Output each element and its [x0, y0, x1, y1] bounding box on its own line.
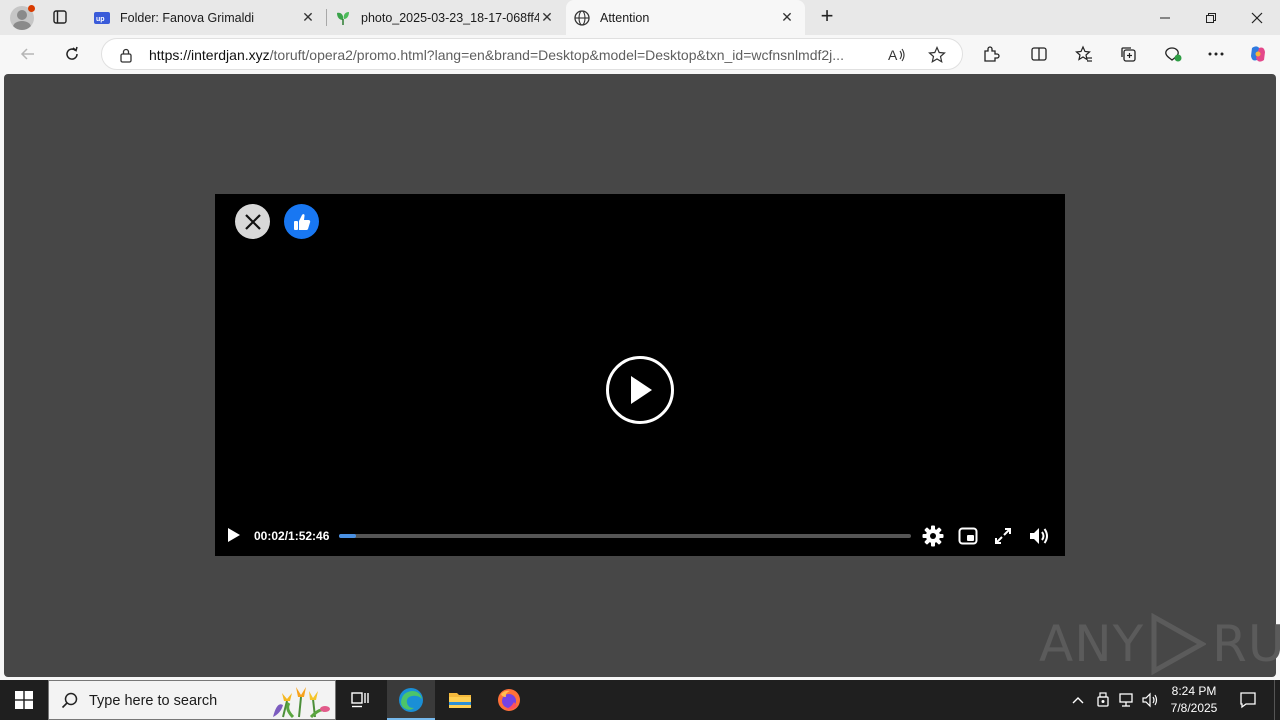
play-icon — [631, 376, 652, 404]
start-button[interactable] — [0, 680, 48, 720]
clock-time: 8:24 PM — [1171, 684, 1217, 698]
copilot-icon[interactable] — [1247, 43, 1269, 65]
clock-date: 7/8/2025 — [1170, 701, 1218, 715]
search-icon — [61, 692, 78, 709]
tab-title: photo_2025-03-23_18-17-068ff4c — [361, 10, 539, 25]
restore-icon — [1206, 12, 1216, 23]
thumbs-up-icon[interactable] — [284, 204, 319, 239]
windows-taskbar: Type here to search 8:24 PM 7/8/2025 — [0, 680, 1280, 720]
watermark-right-text: RUN — [1212, 615, 1280, 673]
svg-text:A: A — [888, 47, 898, 63]
page-background: 00:02/1:52:46 ANY RUN — [4, 74, 1280, 677]
more-icon[interactable] — [1205, 43, 1227, 65]
tab-photo[interactable]: photo_2025-03-23_18-17-068ff4c ✕ — [327, 0, 565, 35]
browser-viewport: 00:02/1:52:46 ANY RUN — [0, 73, 1280, 680]
edge-icon[interactable] — [387, 680, 435, 720]
show-hidden-icons-chevron-icon[interactable] — [1068, 680, 1088, 720]
back-arrow-icon — [20, 48, 34, 60]
video-progress-bar[interactable] — [339, 534, 911, 538]
tab-attention[interactable]: Attention ✕ — [566, 0, 805, 35]
tab-actions-button[interactable] — [46, 4, 74, 30]
file-explorer-icon[interactable] — [436, 680, 484, 720]
play-icon[interactable] — [227, 527, 243, 545]
taskbar-search-box[interactable]: Type here to search — [48, 680, 336, 720]
favorites-icon[interactable] — [1073, 43, 1095, 65]
url-domain: https://interdjan.xyz — [149, 47, 270, 63]
browser-essentials-icon[interactable] — [1162, 43, 1184, 65]
site-info-icon[interactable] — [119, 47, 133, 68]
video-player[interactable]: 00:02/1:52:46 — [215, 194, 1065, 556]
url-path: /toruft/opera2/promo.html?lang=en&brand=… — [269, 47, 844, 63]
picture-in-picture-icon[interactable] — [956, 524, 980, 548]
tab-strip: up Folder: Fanova Grimaldi ✕ photo_2025-… — [0, 0, 1280, 35]
volume-tray-icon[interactable] — [1140, 680, 1162, 720]
network-icon[interactable] — [1116, 680, 1136, 720]
firefox-icon[interactable] — [485, 680, 533, 720]
extensions-icon[interactable] — [980, 43, 1002, 65]
tab-folder[interactable]: up Folder: Fanova Grimaldi ✕ — [86, 0, 326, 35]
read-aloud-icon[interactable]: A — [887, 45, 907, 65]
close-icon[interactable] — [235, 204, 270, 239]
video-progress-fill — [339, 534, 357, 538]
refresh-icon — [66, 46, 78, 60]
video-time: 00:02/1:52:46 — [254, 529, 330, 543]
search-highlight-flowers-icon — [273, 687, 330, 719]
browser-toolbar: https://interdjan.xyz/toruft/opera2/prom… — [0, 35, 1280, 73]
url-text[interactable]: https://interdjan.xyz/toruft/opera2/prom… — [149, 47, 879, 63]
back-button[interactable] — [13, 39, 43, 69]
volume-icon[interactable] — [1027, 524, 1051, 548]
tab-close-button[interactable]: ✕ — [779, 9, 795, 26]
tab-actions-icon — [53, 10, 67, 24]
profile-notification-dot — [28, 5, 35, 12]
leaf-icon — [335, 10, 351, 26]
fullscreen-icon[interactable] — [991, 524, 1015, 548]
collections-icon[interactable] — [1117, 43, 1139, 65]
device-usb-icon[interactable] — [1093, 680, 1113, 720]
watermark-left-text: ANY — [1039, 615, 1145, 673]
upload-folder-icon: up — [94, 10, 110, 26]
tab-title: Folder: Fanova Grimaldi — [120, 10, 255, 25]
restore-button[interactable] — [1188, 0, 1234, 35]
notification-center-icon[interactable] — [1232, 680, 1264, 720]
address-bar[interactable]: https://interdjan.xyz/toruft/opera2/prom… — [101, 38, 963, 70]
minimize-button[interactable] — [1142, 0, 1188, 35]
task-view-icon[interactable] — [336, 680, 384, 720]
watermark-play-logo-icon — [1151, 613, 1207, 675]
svg-text:up: up — [96, 16, 105, 23]
close-window-button[interactable] — [1234, 0, 1280, 35]
settings-gear-icon[interactable] — [921, 524, 945, 548]
tab-close-button[interactable]: ✕ — [539, 9, 555, 26]
tab-title: Attention — [600, 10, 650, 25]
split-screen-icon[interactable] — [1028, 43, 1050, 65]
anyrun-watermark: ANY RUN — [1039, 609, 1280, 679]
windows-logo-icon — [15, 691, 33, 709]
minimize-icon — [1160, 17, 1170, 18]
tab-close-button[interactable]: ✕ — [300, 9, 316, 26]
taskbar-clock[interactable]: 8:24 PM 7/8/2025 — [1162, 683, 1226, 719]
show-desktop-button[interactable] — [1274, 680, 1275, 720]
favorite-star-icon[interactable] — [927, 45, 947, 65]
new-tab-button[interactable]: + — [814, 5, 840, 29]
refresh-button[interactable] — [57, 39, 87, 69]
search-placeholder: Type here to search — [89, 693, 218, 709]
close-icon — [1251, 12, 1263, 23]
big-play-button[interactable] — [606, 356, 674, 424]
globe-icon — [574, 9, 590, 26]
